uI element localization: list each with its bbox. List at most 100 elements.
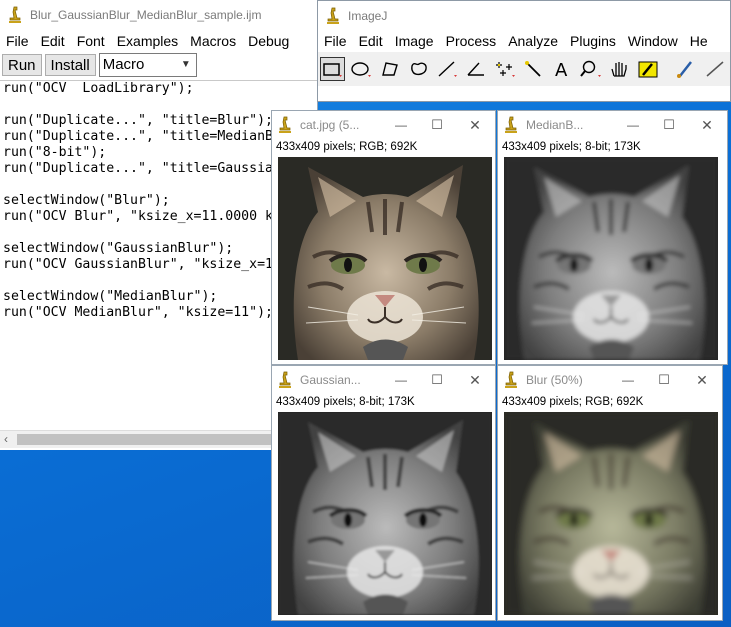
menu-file[interactable]: File [0, 33, 35, 49]
code-line: run("Duplicate...", "title=MedianB [3, 129, 273, 144]
minimize-icon[interactable]: — [615, 118, 651, 132]
ij-menu-image[interactable]: Image [389, 33, 440, 49]
minimize-icon[interactable]: — [383, 118, 419, 132]
scroll-left-arrow-icon[interactable]: ‹ [4, 432, 8, 446]
run-button[interactable]: Run [2, 54, 42, 76]
code-line: selectWindow("MedianBlur"); [3, 289, 218, 304]
macro-editor-toolbar: Run Install Macro ▼ [0, 52, 317, 78]
close-icon[interactable]: ✕ [455, 372, 495, 389]
image-window-blur[interactable]: Blur (50%) — ☐ ✕ 433x409 pixels; RGB; 69… [497, 365, 723, 621]
image-window-title: Blur (50%) [526, 373, 583, 387]
image-window-cat[interactable]: cat.jpg (5... — ☐ ✕ 433x409 pixels; RGB;… [271, 110, 496, 365]
code-line: run("Duplicate...", "title=Blur"); [3, 113, 273, 128]
code-line: selectWindow("GaussianBlur"); [3, 241, 234, 256]
imagej-titlebar[interactable]: ImageJ [318, 1, 730, 31]
ij-menu-window[interactable]: Window [622, 33, 684, 49]
close-icon[interactable]: ✕ [455, 117, 495, 134]
minimize-icon[interactable]: — [383, 373, 419, 387]
multipoint-tool-icon[interactable] [492, 57, 517, 81]
image-window-titlebar[interactable]: MedianB... — ☐ ✕ [498, 111, 727, 139]
imagej-microscope-icon [504, 371, 518, 389]
code-line: run("OCV LoadLibrary"); [3, 81, 194, 96]
macro-editor-titlebar[interactable]: Blur_GaussianBlur_MedianBlur_sample.ijm [0, 0, 317, 30]
image-window-title: MedianB... [526, 118, 584, 132]
imagej-toolbar: A [318, 52, 730, 86]
color-picker-tool-icon[interactable] [636, 57, 661, 81]
window-controls: — ☐ ✕ [383, 111, 495, 139]
macro-editor-menubar: File Edit Font Examples Macros Debug [0, 30, 317, 52]
image-info-text: 433x409 pixels; 8-bit; 173K [276, 396, 415, 408]
close-icon[interactable]: ✕ [687, 117, 727, 134]
image-window-title: cat.jpg (5... [300, 118, 360, 132]
ij-menu-file[interactable]: File [318, 33, 353, 49]
image-window-titlebar[interactable]: Gaussian... — ☐ ✕ [272, 366, 495, 394]
oval-tool-icon[interactable] [349, 57, 374, 81]
freehand-tool-icon[interactable] [406, 57, 431, 81]
maximize-icon[interactable]: ☐ [419, 372, 455, 388]
code-line: run("Duplicate...", "title=Gaussia [3, 161, 273, 176]
ij-menu-plugins[interactable]: Plugins [564, 33, 622, 49]
image-info-text: 433x409 pixels; RGB; 692K [276, 141, 418, 153]
minimize-icon[interactable]: — [610, 373, 646, 387]
hand-tool-icon[interactable] [607, 57, 632, 81]
ij-menu-process[interactable]: Process [440, 33, 503, 49]
cat-image[interactable] [504, 157, 718, 360]
rectangle-tool-icon[interactable] [320, 57, 345, 81]
window-controls: — ☐ ✕ [610, 366, 722, 394]
maximize-icon[interactable]: ☐ [651, 117, 687, 133]
cat-image[interactable] [504, 412, 718, 615]
menu-examples[interactable]: Examples [111, 33, 184, 49]
wand-tool-icon[interactable] [521, 57, 546, 81]
code-line: run("8-bit"); [3, 145, 107, 160]
language-select[interactable]: Macro ▼ [98, 53, 197, 77]
image-window-titlebar[interactable]: cat.jpg (5... — ☐ ✕ [272, 111, 495, 139]
ij-menu-help[interactable]: He [684, 33, 714, 49]
menu-debug[interactable]: Debug [242, 33, 295, 49]
code-line: run("OCV MedianBlur", "ksize=11"); [3, 305, 273, 320]
imagej-window: ImageJ File Edit Image Process Analyze P… [317, 0, 731, 102]
angle-tool-icon[interactable] [464, 57, 489, 81]
line-tool-icon[interactable] [435, 57, 460, 81]
chevron-down-icon: ▼ [180, 59, 191, 70]
code-line: selectWindow("Blur"); [3, 193, 170, 208]
desktop: { "macro_window": { "title": "Blur_Gauss… [0, 0, 731, 627]
maximize-icon[interactable]: ☐ [646, 372, 682, 388]
window-controls: — ☐ ✕ [615, 111, 727, 139]
imagej-microscope-icon [326, 7, 340, 25]
close-icon[interactable]: ✕ [682, 372, 722, 389]
menu-macros[interactable]: Macros [184, 33, 242, 49]
code-text[interactable]: run("OCV LoadLibrary"); run("Duplicate...… [0, 81, 317, 321]
macro-editor-title: Blur_GaussianBlur_MedianBlur_sample.ijm [30, 8, 262, 22]
ij-menu-analyze[interactable]: Analyze [502, 33, 564, 49]
scrollbar-thumb[interactable] [17, 434, 272, 445]
svg-text:A: A [555, 60, 568, 78]
pencil-tool-icon[interactable] [701, 57, 726, 81]
window-controls: — ☐ ✕ [383, 366, 495, 394]
install-button[interactable]: Install [44, 54, 96, 76]
ij-menu-edit[interactable]: Edit [353, 33, 389, 49]
image-window-gaussian[interactable]: Gaussian... — ☐ ✕ 433x409 pixels; 8-bit;… [271, 365, 496, 621]
imagej-menubar: File Edit Image Process Analyze Plugins … [318, 30, 730, 52]
code-editor[interactable]: run("OCV LoadLibrary"); run("Duplicate...… [0, 80, 317, 431]
imagej-microscope-icon [278, 116, 292, 134]
polygon-tool-icon[interactable] [378, 57, 403, 81]
image-info-text: 433x409 pixels; RGB; 692K [502, 396, 644, 408]
code-line: run("OCV GaussianBlur", "ksize_x=1 [3, 257, 273, 272]
imagej-title: ImageJ [348, 9, 388, 23]
image-window-title: Gaussian... [300, 373, 361, 387]
menu-edit[interactable]: Edit [35, 33, 71, 49]
menu-font[interactable]: Font [71, 33, 111, 49]
cat-image[interactable] [278, 157, 492, 360]
imagej-microscope-icon [8, 6, 22, 24]
maximize-icon[interactable]: ☐ [419, 117, 455, 133]
image-window-median[interactable]: MedianB... — ☐ ✕ 433x409 pixels; 8-bit; … [497, 110, 728, 365]
text-tool-icon[interactable]: A [550, 57, 575, 81]
language-select-value: Macro [102, 56, 145, 73]
cat-image[interactable] [278, 412, 492, 615]
magnifier-tool-icon[interactable] [578, 57, 603, 81]
brush-tool-icon[interactable] [673, 57, 698, 81]
image-window-titlebar[interactable]: Blur (50%) — ☐ ✕ [498, 366, 722, 394]
